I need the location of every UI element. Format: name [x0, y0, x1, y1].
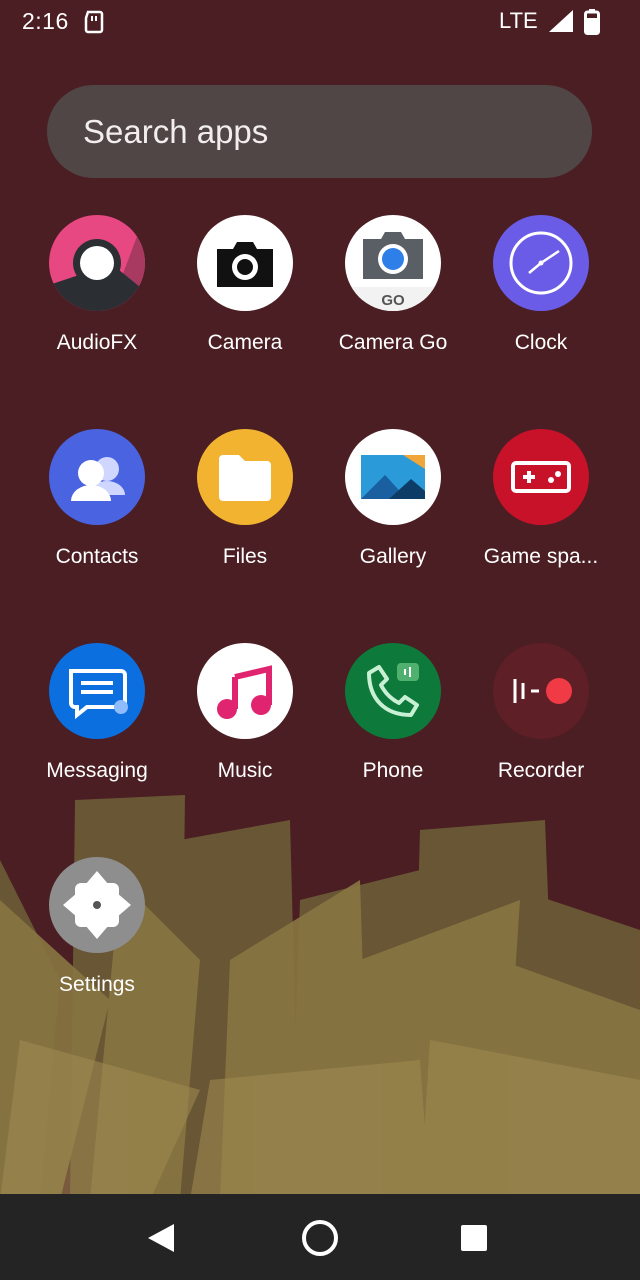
camera-icon — [197, 215, 293, 311]
app-files[interactable]: Files — [171, 429, 319, 599]
app-messaging[interactable]: Messaging — [23, 643, 171, 813]
music-icon — [197, 643, 293, 739]
app-label: Gallery — [359, 545, 427, 568]
app-clock[interactable]: Clock — [467, 215, 615, 385]
app-game-space[interactable]: Game spa... — [467, 429, 615, 599]
app-label: Recorder — [497, 759, 585, 782]
app-settings[interactable]: Settings — [23, 857, 171, 1027]
app-label: Messaging — [46, 759, 148, 782]
audiofx-icon — [49, 215, 145, 311]
app-audiofx[interactable]: AudioFX — [23, 215, 171, 385]
app-phone[interactable]: Phone — [319, 643, 467, 813]
app-grid: AudioFX Camera GO Camera Go Clock Contac… — [0, 0, 640, 1190]
camera-go-badge: GO — [381, 292, 405, 309]
clock-icon — [493, 215, 589, 311]
navigation-bar — [0, 1194, 640, 1280]
app-gallery[interactable]: Gallery — [319, 429, 467, 599]
app-label: Game spa... — [483, 545, 599, 568]
app-camera-go[interactable]: GO Camera Go — [319, 215, 467, 385]
app-label: Phone — [362, 759, 424, 782]
recents-icon[interactable] — [460, 1224, 488, 1252]
app-label: Camera Go — [338, 331, 448, 354]
app-recorder[interactable]: Recorder — [467, 643, 615, 813]
settings-icon — [49, 857, 145, 953]
app-label: Files — [222, 545, 268, 568]
app-label: Camera — [207, 331, 283, 354]
app-label: Contacts — [55, 545, 139, 568]
contacts-icon — [49, 429, 145, 525]
app-label: Clock — [514, 331, 568, 354]
app-label: Music — [217, 759, 273, 782]
home-icon[interactable] — [299, 1217, 341, 1259]
app-camera[interactable]: Camera — [171, 215, 319, 385]
phone-icon — [345, 643, 441, 739]
app-contacts[interactable]: Contacts — [23, 429, 171, 599]
gallery-icon — [345, 429, 441, 525]
game-space-icon — [493, 429, 589, 525]
back-icon[interactable] — [146, 1222, 176, 1254]
files-icon — [197, 429, 293, 525]
messaging-icon — [49, 643, 145, 739]
app-music[interactable]: Music — [171, 643, 319, 813]
camera-go-icon: GO — [345, 215, 441, 311]
app-label: Settings — [59, 973, 135, 996]
recorder-icon — [493, 643, 589, 739]
app-label: AudioFX — [56, 331, 138, 354]
